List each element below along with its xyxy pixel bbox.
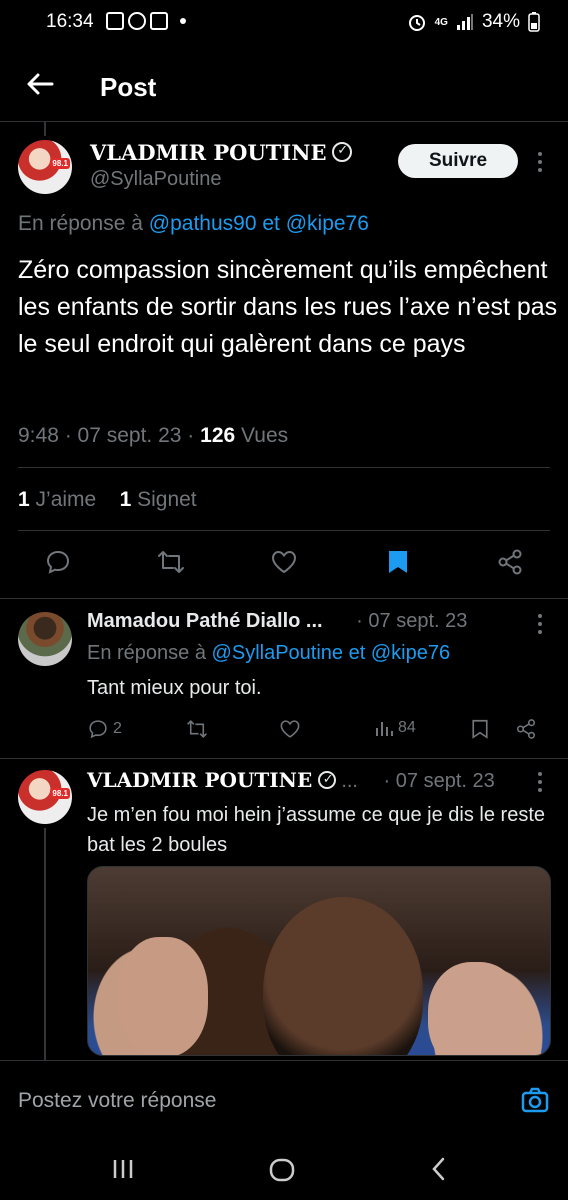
reply1-context: En réponse à @SyllaPoutine et @kipe76 (87, 642, 450, 665)
repost-icon[interactable] (156, 548, 186, 576)
mention-pathus90[interactable]: @pathus90 (149, 212, 257, 235)
main-author-handle[interactable]: @SyllaPoutine (90, 168, 221, 191)
reply1-views-count: 84 (398, 719, 416, 736)
bookmarks-label[interactable]: Signet (137, 488, 197, 511)
likes-count[interactable]: 1 (18, 488, 30, 511)
views-label: Vues (241, 424, 289, 447)
reply-icon[interactable] (44, 548, 72, 576)
divider (0, 598, 568, 599)
reply2-header: VLADMIR POUTINE ... · 07 sept. 23 (87, 768, 495, 793)
reply-context: En réponse à @pathus90 et @kipe76 (18, 212, 369, 236)
reply1-views-action[interactable]: 84 (374, 718, 416, 738)
back-nav-icon[interactable] (428, 1156, 450, 1182)
image-region-face (263, 897, 423, 1055)
back-arrow-icon[interactable] (24, 68, 56, 100)
avatar-reply1[interactable] (18, 612, 72, 666)
app-notification-icon (150, 12, 168, 30)
follow-button[interactable]: Suivre (398, 144, 518, 178)
like-heart-icon[interactable] (279, 718, 301, 740)
reply1-header: Mamadou Pathé Diallo ... · 07 sept. 23 (87, 610, 467, 633)
mention-kipe76[interactable]: @kipe76 (371, 642, 450, 664)
reply2-media-image[interactable] (87, 866, 551, 1056)
recent-apps-icon[interactable] (110, 1156, 136, 1182)
status-bar: 16:34 4G 34% (0, 0, 568, 44)
reply2-author-name[interactable]: VLADMIR POUTINE (87, 768, 312, 792)
image-region-hand-right (428, 962, 523, 1055)
post-stats: 1 J’aime 1 Signet (18, 488, 197, 512)
post-text: Zéro compassion sincèrement qu’ils empêc… (18, 256, 558, 358)
reply-prefix: En réponse à (18, 212, 143, 235)
reply2-text: Je m’en fou moi hein j’assume ce que je … (87, 804, 546, 856)
mention-syllapoutine[interactable]: @SyllaPoutine (212, 642, 343, 664)
main-author-name[interactable]: VLADMIR POUTINE (90, 140, 326, 165)
divider (18, 467, 550, 468)
avatar-badge: 98.1 (50, 788, 70, 799)
views-count: 126 (200, 424, 236, 447)
avatar-badge: 98.1 (50, 158, 70, 169)
reply1-text: Tant mieux pour toi. (87, 677, 262, 699)
mention-kipe76[interactable]: @kipe76 (286, 212, 369, 235)
reply1-action-bar: 2 84 (87, 718, 547, 746)
verified-badge-icon (332, 142, 353, 162)
main-action-bar (0, 548, 568, 582)
reply1-author-name[interactable]: Mamadou Pathé Diallo ... (87, 610, 323, 632)
thread-connector (44, 828, 46, 1060)
like-heart-icon[interactable] (270, 548, 298, 576)
more-options-icon[interactable] (538, 152, 542, 172)
avatar-reply2[interactable]: 98.1 (18, 770, 72, 824)
post-date: 07 sept. 23 (77, 424, 182, 447)
page-title: Post (100, 72, 157, 102)
mention-and: et (262, 212, 280, 235)
reply1-reply-count: 2 (113, 720, 122, 737)
reply-composer[interactable]: Postez votre réponse (0, 1060, 568, 1144)
network-type: 4G (434, 16, 448, 28)
more-options-icon[interactable] (538, 614, 542, 634)
whatsapp-icon (128, 12, 146, 30)
reply-icon[interactable] (87, 718, 109, 740)
more-options-icon[interactable] (538, 772, 542, 792)
divider (0, 758, 568, 759)
alarm-icon (408, 15, 425, 31)
reply2-date: · 07 sept. 23 (383, 770, 495, 792)
signal-icon (456, 14, 473, 30)
top-header: Post (0, 52, 568, 122)
divider (18, 530, 550, 531)
more-notifications-dot (180, 18, 186, 24)
home-icon[interactable] (268, 1156, 296, 1184)
status-right: 4G 34% (407, 11, 540, 33)
avatar-main-author[interactable]: 98.1 (18, 140, 72, 194)
post-meta: 9:48 · 07 sept. 23 · 126 Vues (18, 424, 289, 447)
main-author-name-row[interactable]: VLADMIR POUTINE (90, 140, 353, 166)
reply-prefix: En réponse à (87, 642, 206, 664)
status-time: 16:34 (46, 11, 94, 32)
camera-icon[interactable] (521, 1087, 549, 1113)
thread-connector-top (44, 122, 46, 136)
message-icon (106, 12, 124, 30)
system-nav-bar (0, 1144, 568, 1200)
verified-badge-icon (317, 771, 336, 789)
bookmark-icon[interactable] (386, 548, 410, 576)
bookmarks-count[interactable]: 1 (120, 488, 132, 511)
battery-icon (528, 12, 540, 32)
notification-icons (106, 12, 186, 30)
post-time: 9:48 (18, 424, 59, 447)
repost-icon[interactable] (185, 718, 209, 740)
bookmark-icon[interactable] (471, 718, 489, 740)
reply2-name-ellipsis: ... (341, 770, 358, 792)
reply1-date: · 07 sept. 23 (356, 610, 468, 632)
reply-input-placeholder[interactable]: Postez votre réponse (18, 1089, 216, 1113)
views-chart-icon (376, 722, 393, 736)
image-region-hand-left (118, 937, 208, 1055)
battery-percent: 34% (481, 11, 520, 32)
share-icon[interactable] (515, 718, 537, 740)
reply1-reply-action[interactable]: 2 (87, 718, 122, 740)
mention-and: et (348, 642, 366, 664)
share-icon[interactable] (496, 548, 524, 576)
likes-label[interactable]: J’aime (36, 488, 97, 511)
